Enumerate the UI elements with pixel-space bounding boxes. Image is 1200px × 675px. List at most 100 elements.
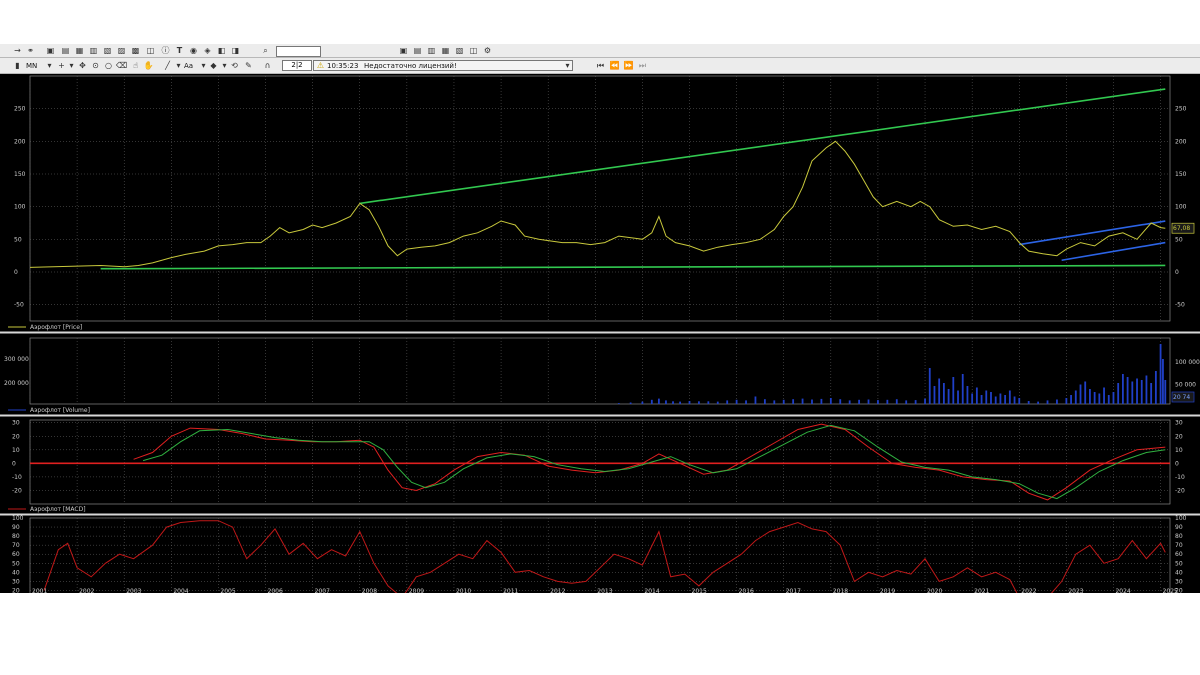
trades-icon[interactable]: ◫ <box>145 46 156 56</box>
warning-icon: ⚠ <box>316 61 325 70</box>
x-axis-year-label: 2011 <box>503 588 518 593</box>
macd-ytick-left: 10 <box>12 447 20 454</box>
macd-ytick-right: 30 <box>1175 420 1183 427</box>
volume-bar <box>975 387 978 404</box>
step-forward-icon[interactable]: ⏩ <box>623 61 634 71</box>
volume-bar <box>1121 374 1124 404</box>
chart-window-icon[interactable]: ▩ <box>130 46 141 56</box>
quotes-icon[interactable]: ◧ <box>216 46 227 56</box>
volume-bar <box>792 399 795 404</box>
volume-bar <box>1013 396 1016 404</box>
volume-bar <box>657 398 660 404</box>
quantity-field[interactable]: 2|2 <box>282 60 312 71</box>
alert-icon[interactable]: ◈ <box>202 46 213 56</box>
text-tool-icon[interactable]: T <box>174 46 185 56</box>
step-back-icon[interactable]: ⏪ <box>609 61 620 71</box>
macd-ytick-right: 0 <box>1175 460 1179 467</box>
save-icon[interactable]: ▣ <box>398 46 409 56</box>
volume-bar <box>1103 387 1105 404</box>
ticker-icon[interactable]: ◉ <box>188 46 199 56</box>
skip-end-icon[interactable]: ⏭ <box>637 61 648 71</box>
news-icon[interactable]: ▧ <box>102 46 113 56</box>
database-icon[interactable]: ◫ <box>468 46 479 56</box>
circle-icon[interactable]: ○ <box>103 61 114 71</box>
price-line <box>29 140 1166 268</box>
chevron-down-icon[interactable]: ▾ <box>173 61 184 71</box>
volume-bar <box>966 386 969 404</box>
volume-bar <box>895 399 898 404</box>
x-axis-year-label: 2009 <box>409 588 424 593</box>
skip-start-icon[interactable]: ⏮ <box>595 61 606 71</box>
target-icon[interactable]: ⊙ <box>90 61 101 71</box>
rsi-ytick-left: 40 <box>12 569 20 576</box>
chevron-down-icon[interactable]: ▾ <box>66 61 77 71</box>
x-axis-year-label: 2019 <box>880 588 895 593</box>
volume-ytick-left: 300 000 <box>4 356 29 363</box>
chart-area[interactable]: Аэрофлот [Price] Аэрофлот [Volume] Аэрофло… <box>0 74 1200 593</box>
volume-bar <box>1140 380 1143 404</box>
volume-bar <box>957 390 959 404</box>
folder-icon[interactable]: ▥ <box>426 46 437 56</box>
volume-bar <box>1145 375 1148 404</box>
x-axis-year-label: 2001 <box>32 588 47 593</box>
rotate-icon[interactable]: ⟲ <box>229 61 240 71</box>
x-axis-year-label: 2017 <box>786 588 801 593</box>
print-icon[interactable]: ▦ <box>440 46 451 56</box>
rsi-ytick-left: 90 <box>12 524 20 531</box>
depth-icon[interactable]: ◨ <box>230 46 241 56</box>
search-icon[interactable]: ⌕ <box>260 46 271 56</box>
magnet-icon[interactable]: ∩ <box>262 61 273 71</box>
volume-bar <box>650 399 653 404</box>
price-ytick-right: 200 <box>1175 138 1187 145</box>
x-axis-year-label: 2002 <box>79 588 94 593</box>
rsi-ytick-left: 100 <box>12 515 24 522</box>
trendline-channel-lower-blue <box>1061 241 1166 262</box>
pencil-icon[interactable]: ✎ <box>243 61 254 71</box>
x-axis-year-label: 2003 <box>126 588 141 593</box>
portfolio-icon[interactable]: ▨ <box>116 46 127 56</box>
move-icon[interactable]: ✥ <box>77 61 88 71</box>
volume-bar <box>914 400 917 404</box>
export-icon[interactable]: ▧ <box>454 46 465 56</box>
new-window-icon[interactable]: ▣ <box>45 46 56 56</box>
price-ytick-left: 100 <box>14 204 26 211</box>
x-axis-year-label: 2020 <box>927 588 942 593</box>
x-axis-year-label: 2005 <box>220 588 235 593</box>
arrow-right-icon[interactable]: → <box>12 46 23 56</box>
line-tool-icon[interactable]: ╱ <box>162 61 173 71</box>
chevron-down-icon[interactable]: ▾ <box>44 61 55 71</box>
volume-bar <box>698 401 700 404</box>
volume-bar <box>1126 377 1129 404</box>
grid-icon[interactable]: ▦ <box>74 46 85 56</box>
settings-icon[interactable]: ⚙ <box>482 46 493 56</box>
volume-bar <box>1089 389 1091 404</box>
font-button[interactable]: Aa <box>184 59 193 73</box>
hand-icon[interactable]: ☝ <box>130 61 141 71</box>
volume-bar <box>754 396 757 404</box>
volume-bar <box>980 395 983 404</box>
rsi-ytick-left: 80 <box>12 533 20 540</box>
x-axis-year-label: 2021 <box>974 588 989 593</box>
info-icon[interactable]: ⓘ <box>160 46 171 56</box>
connect-icon[interactable]: ⚭ <box>25 46 36 56</box>
chart-type-icon[interactable]: ▮ <box>12 61 23 71</box>
macd-ytick-left: 30 <box>12 420 20 427</box>
orders-icon[interactable]: ▥ <box>88 46 99 56</box>
rsi-ytick-right: 90 <box>1175 524 1183 531</box>
rsi-ytick-right: 50 <box>1175 560 1183 567</box>
x-axis-year-label: 2024 <box>1115 588 1130 593</box>
fill-icon[interactable]: ◆ <box>208 61 219 71</box>
volume-bar <box>971 393 974 404</box>
chevron-down-icon[interactable]: ▾ <box>562 61 573 71</box>
x-axis-year-label: 2018 <box>833 588 848 593</box>
volume-bar <box>961 374 964 404</box>
eraser-icon[interactable]: ⌫ <box>116 61 127 71</box>
search-input[interactable] <box>276 46 321 57</box>
pan-icon[interactable]: ✋ <box>143 61 154 71</box>
volume-bar <box>947 389 950 404</box>
timeframe-select[interactable]: MN <box>26 59 37 73</box>
table-icon[interactable]: ▤ <box>60 46 71 56</box>
report-icon[interactable]: ▤ <box>412 46 423 56</box>
volume-bar <box>985 390 988 404</box>
trendline-channel-upper-blue <box>1019 220 1166 246</box>
